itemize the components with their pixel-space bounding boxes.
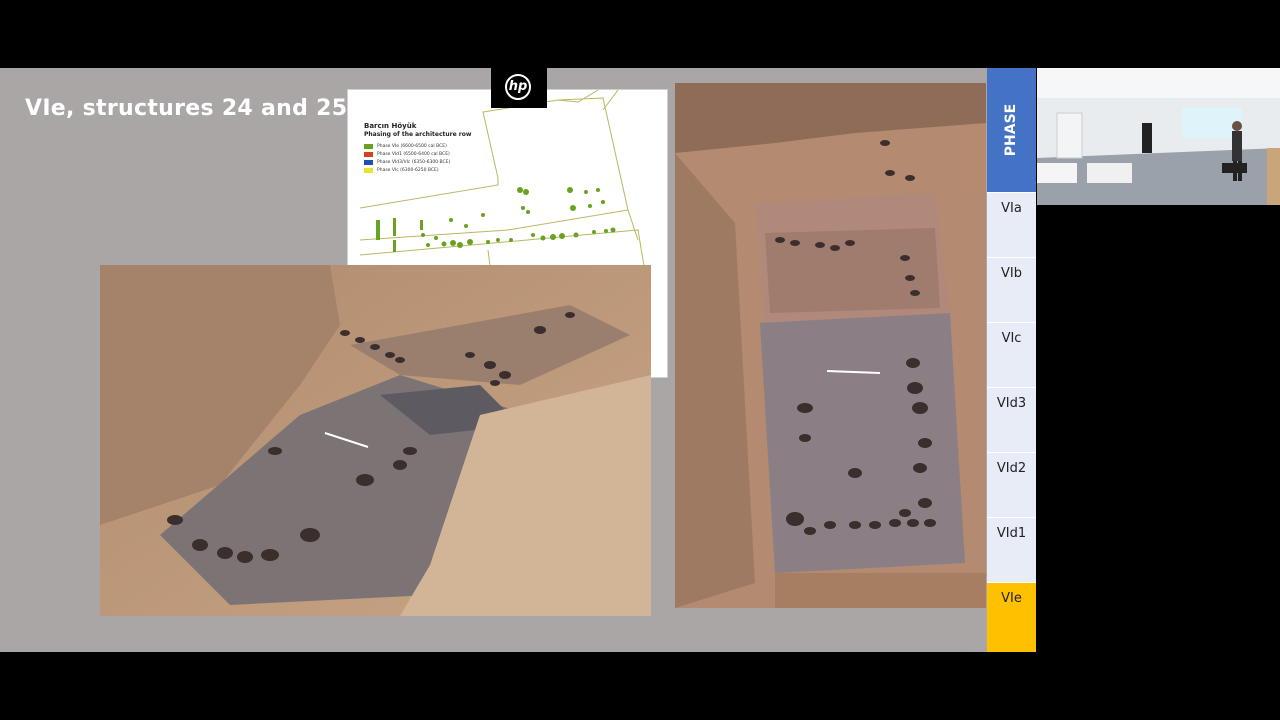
hp-logo: hp [491, 68, 547, 108]
phase-cell-VIe-active: VIe [987, 582, 1036, 652]
excavation-photo-structure-24 [100, 265, 651, 616]
phase-cell-VId3: VId3 [987, 387, 1036, 452]
webcam-video-image [1037, 68, 1280, 205]
hp-logo-mark: hp [505, 74, 531, 100]
phase-header: PHASE [987, 68, 1036, 192]
phase-sidebar: PHASE VIa VIb VIc VId3 VId2 VId1 VIe [987, 68, 1036, 652]
phase-header-label: PHASE [1003, 103, 1020, 157]
excavation-photo-image [100, 265, 651, 616]
phase-cell-VIc: VIc [987, 322, 1036, 387]
webcam-video-feed [1037, 68, 1280, 205]
phase-cell-VIa: VIa [987, 192, 1036, 257]
phase-cell-VIb: VIb [987, 257, 1036, 322]
excavation-photo-image [675, 83, 986, 608]
excavation-photo-structure-25 [675, 83, 986, 608]
slide-title: VIe, structures 24 and 25 [25, 96, 348, 121]
phase-cell-VId2: VId2 [987, 452, 1036, 517]
phase-cell-VId1: VId1 [987, 517, 1036, 582]
